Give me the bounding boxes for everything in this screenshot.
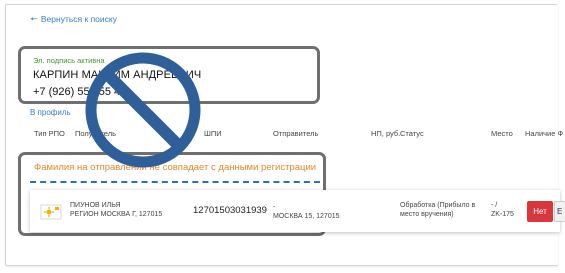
letter-icon (40, 204, 62, 220)
place-line-1: - / (491, 202, 498, 209)
sender-name: - (273, 204, 276, 211)
no-button[interactable]: Нет (527, 201, 553, 222)
place-cell: - / ZK-175 (491, 201, 514, 220)
back-to-search-link[interactable]: 🠔 Вернуться к поиску (30, 14, 117, 24)
next-button[interactable]: Е (554, 201, 565, 222)
sender-cell: - МОСКВА 15, 127015 (273, 203, 340, 222)
recipient-cell: ПИУНОВ ИЛЬЯ РЕГИОН МОСКВА Г, 127015 (70, 201, 162, 220)
place-line-2: ZK-175 (491, 211, 514, 219)
col-header-spi: ШПИ (204, 129, 222, 138)
arrow-left-icon: 🠔 (30, 13, 38, 24)
dashed-divider (30, 181, 320, 183)
status-line-1: Обработка (Прибыло в (400, 202, 476, 209)
recipient-name: ПИУНОВ ИЛЬЯ (70, 202, 121, 209)
col-header-type: Тип РПО (34, 129, 65, 138)
col-header-sender: Отправитель (273, 129, 319, 138)
col-header-status: Статус (400, 129, 424, 138)
col-header-place: Место (491, 129, 513, 138)
sender-address: МОСКВА 15, 127015 (273, 213, 340, 221)
back-to-search-label: Вернуться к поиску (40, 14, 117, 24)
recipient-address: РЕГИОН МОСКВА Г, 127015 (70, 211, 163, 219)
status-cell: Обработка (Прибыло в место вручения) (400, 201, 475, 220)
no-entry-sign-icon (85, 52, 201, 168)
col-header-np: НП, руб. (371, 129, 401, 138)
col-header-presence: Наличие Ф (525, 129, 564, 138)
status-line-2: место вручения) (400, 211, 454, 219)
spi-cell: 12701503031939 (193, 205, 267, 216)
profile-link[interactable]: В профиль (30, 108, 71, 117)
